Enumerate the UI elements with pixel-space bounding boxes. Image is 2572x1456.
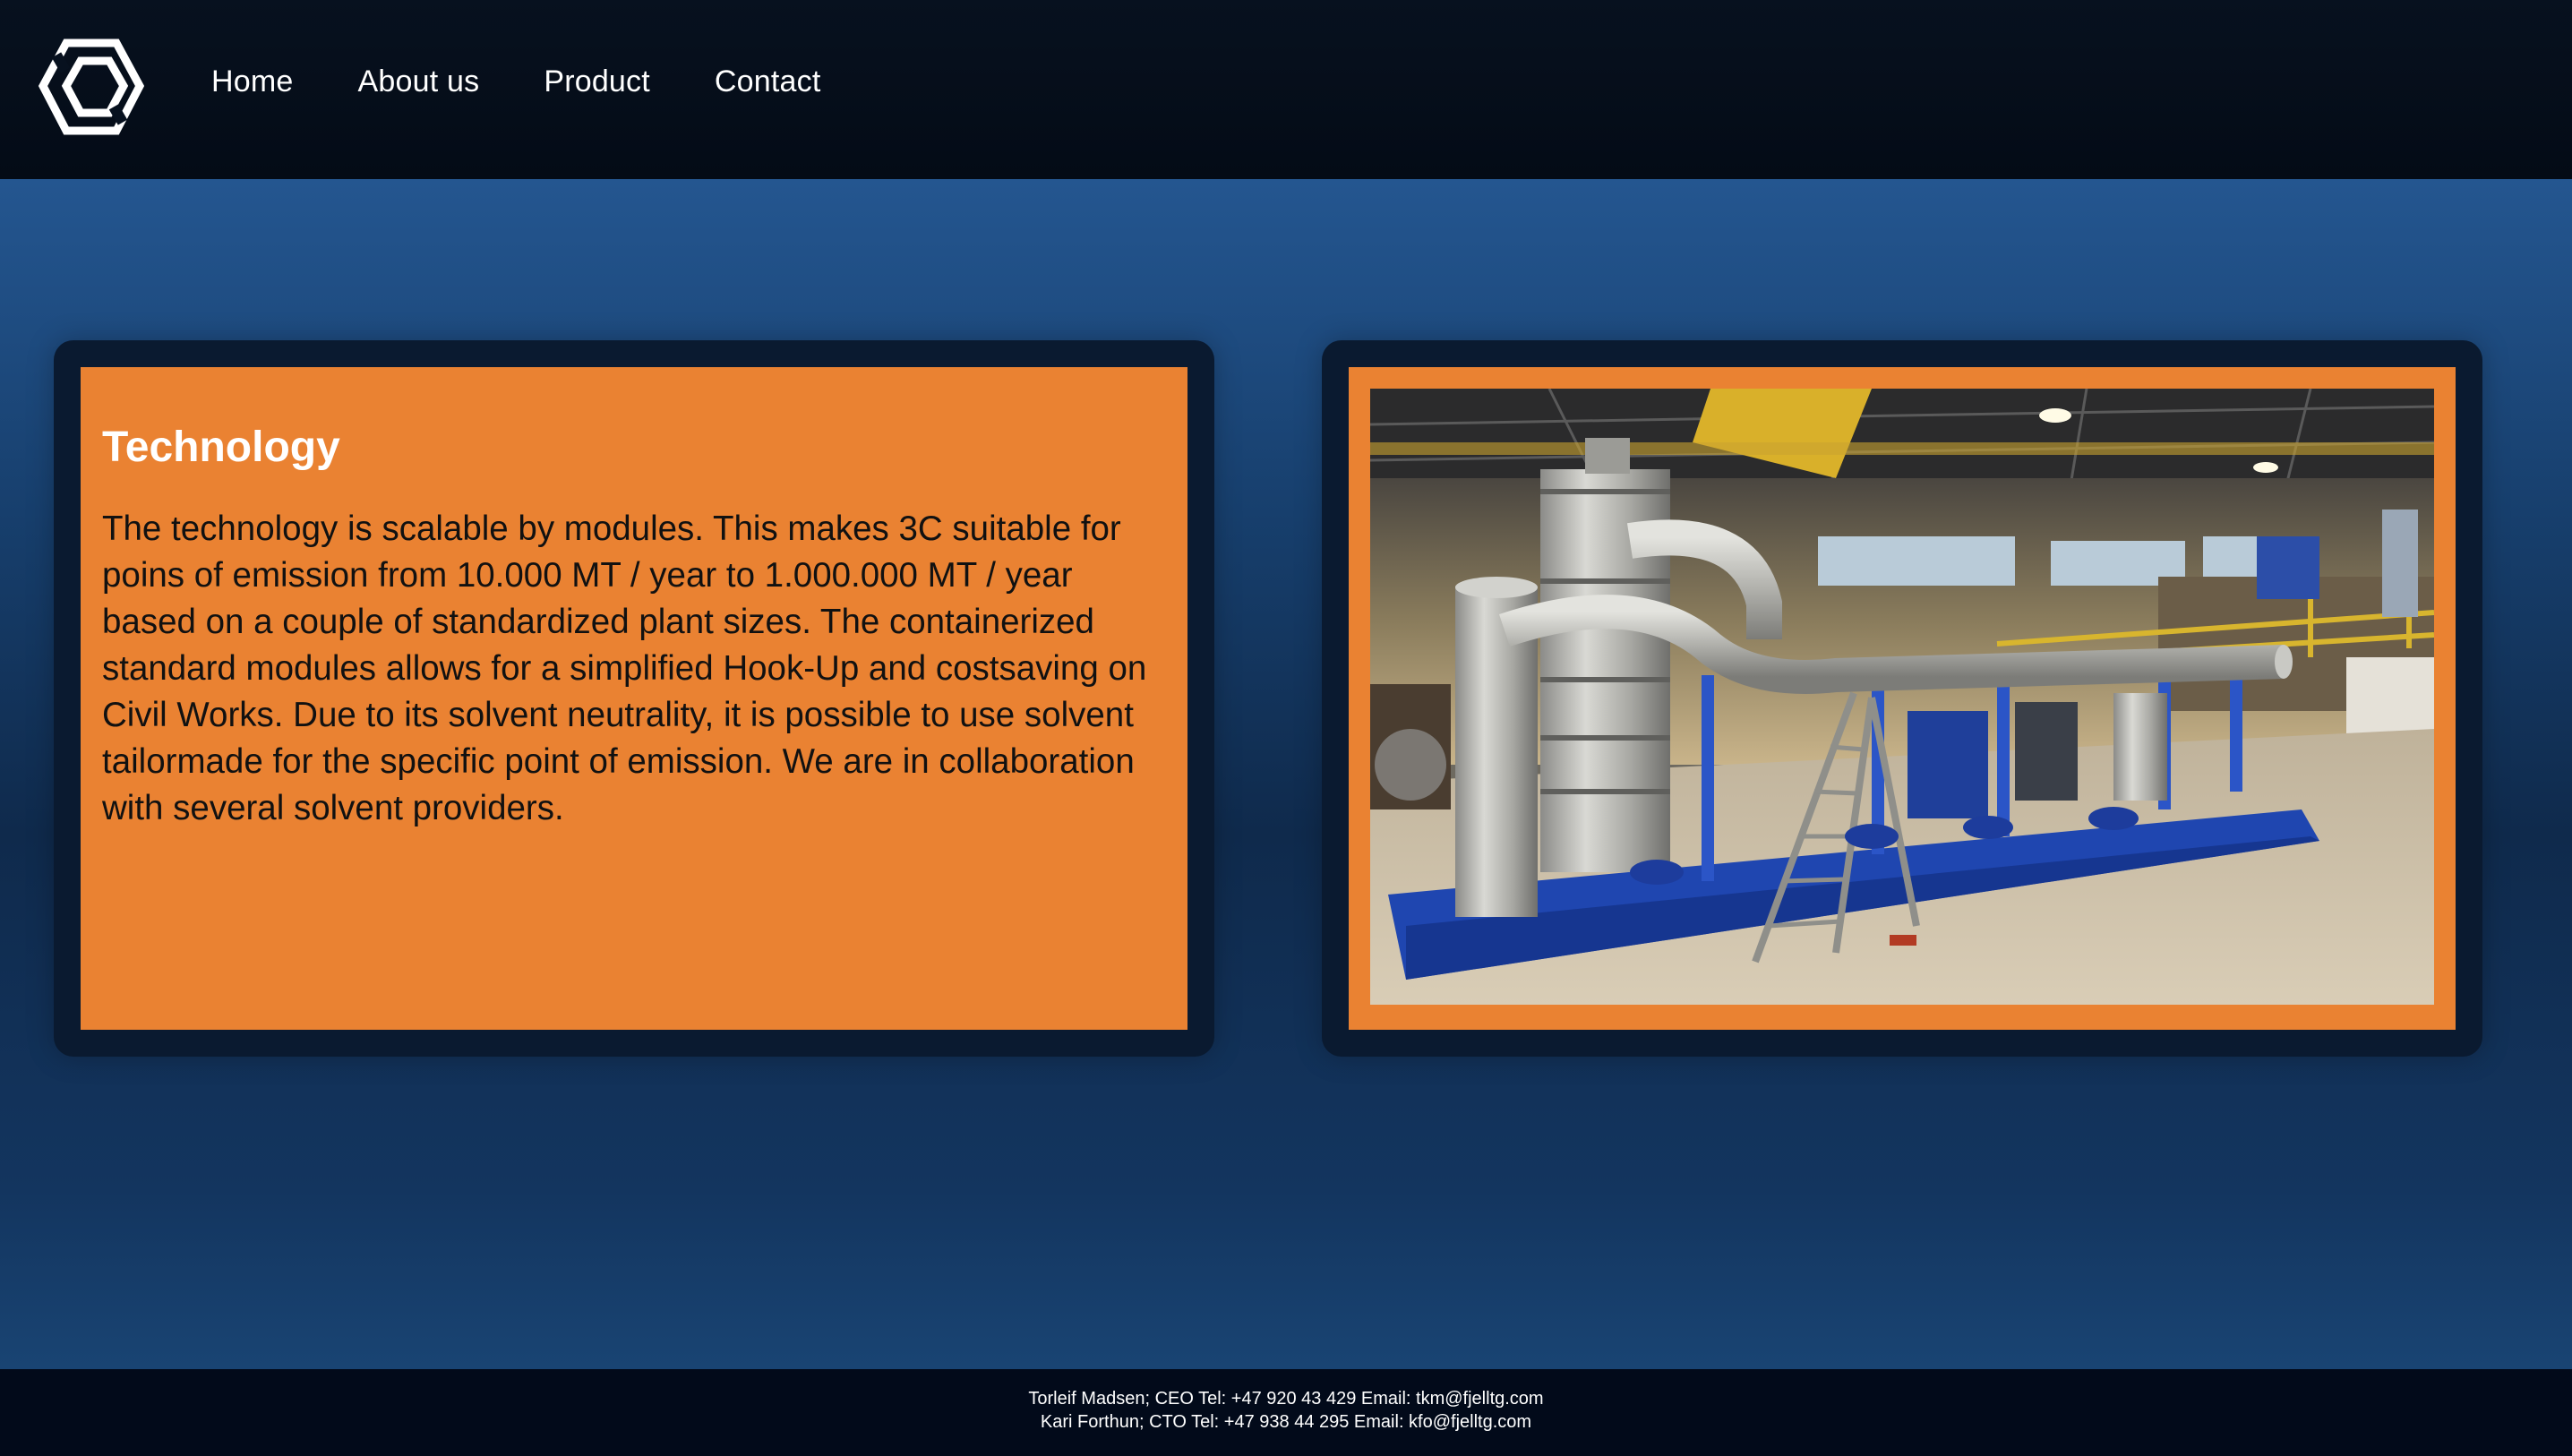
site-footer: Torleif Madsen; CEO Tel: +47 920 43 429 …	[0, 1369, 2572, 1456]
technology-card: Technology The technology is scalable by…	[54, 340, 1214, 1057]
plant-image-frame	[1349, 367, 2456, 1030]
footer-contact-ceo: Torleif Madsen; CEO Tel: +47 920 43 429 …	[1028, 1389, 1544, 1409]
footer-contact-cto: Kari Forthun; CTO Tel: +47 938 44 295 Em…	[1040, 1412, 1532, 1432]
plant-image-card	[1322, 340, 2482, 1057]
technology-text-panel: Technology The technology is scalable by…	[81, 367, 1187, 1030]
plant-photo	[1370, 389, 2434, 1005]
site-header: Home About us Product Contact	[0, 0, 2572, 179]
nav-about-link[interactable]: About us	[358, 64, 480, 99]
technology-body: The technology is scalable by modules. T…	[102, 510, 1147, 827]
main-content: Technology The technology is scalable by…	[0, 179, 2572, 1369]
nav-contact-link[interactable]: Contact	[715, 64, 821, 99]
page: Home About us Product Contact Technology…	[0, 0, 2572, 1456]
technology-title: Technology	[102, 424, 340, 471]
nav-home-link[interactable]: Home	[211, 64, 294, 99]
hexagon-logo-icon[interactable]	[34, 34, 145, 143]
nav-product-link[interactable]: Product	[544, 64, 650, 99]
main-nav: Home About us Product Contact	[211, 64, 820, 99]
